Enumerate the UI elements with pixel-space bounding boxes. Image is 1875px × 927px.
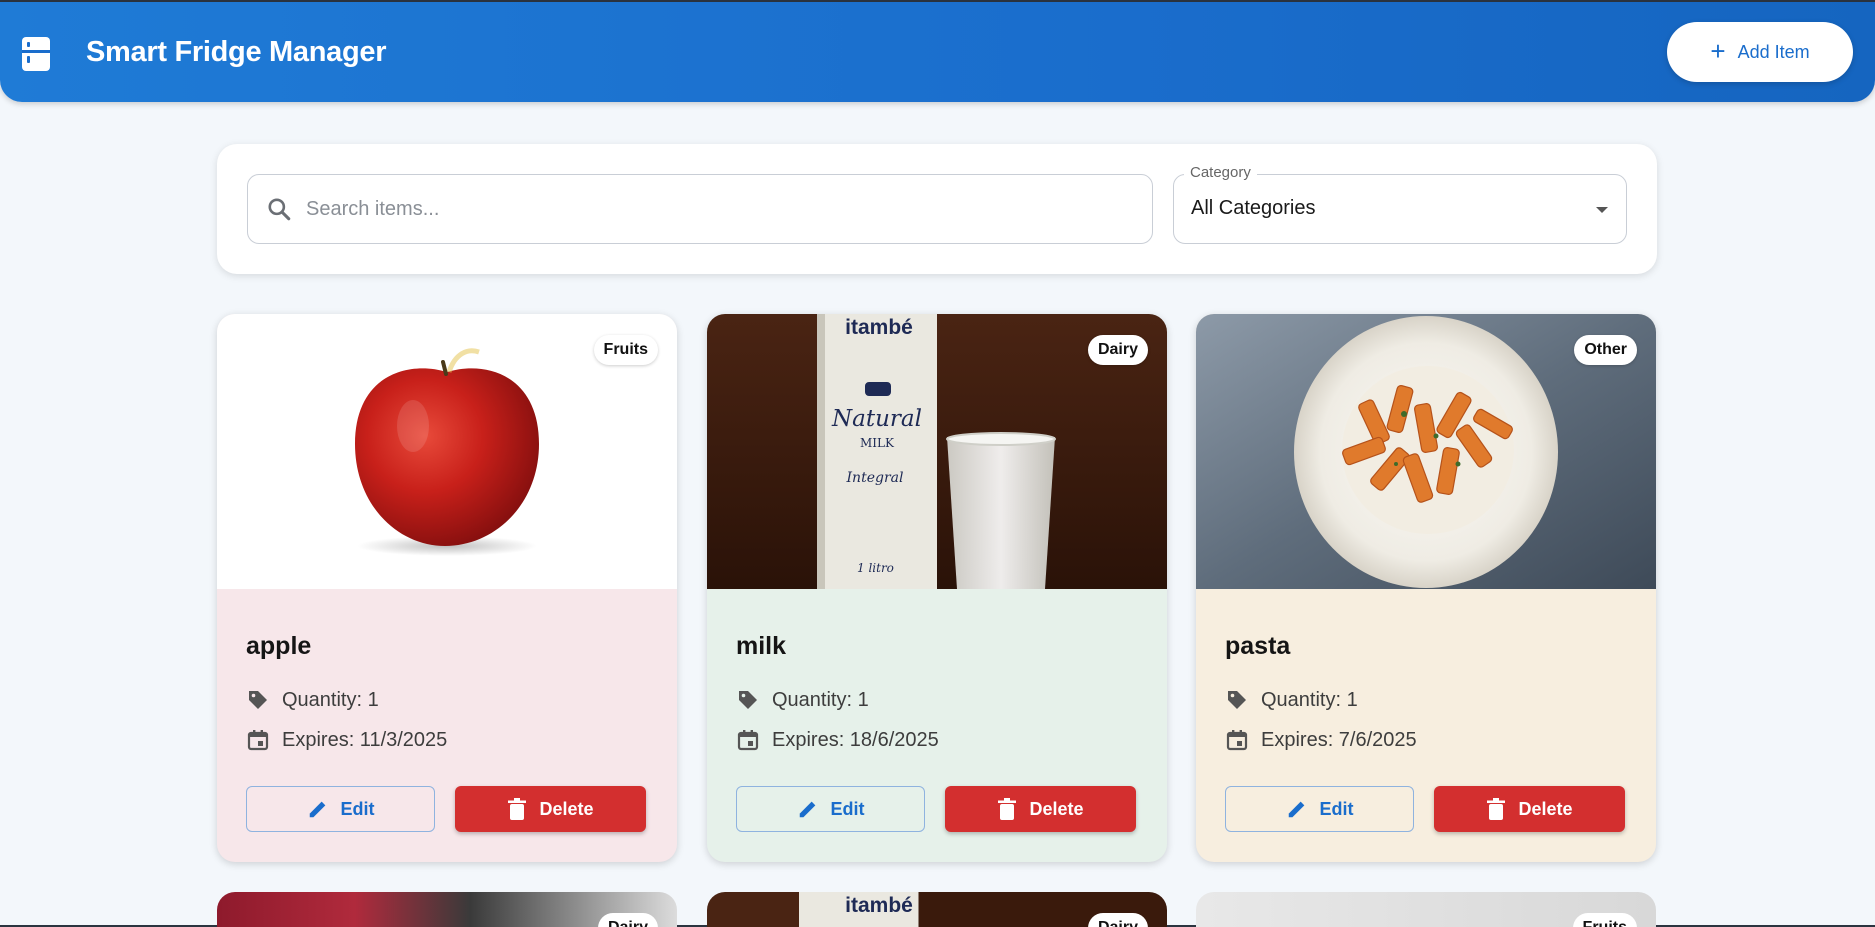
- add-item-button[interactable]: + Add Item: [1667, 22, 1853, 82]
- edit-label: Edit: [340, 798, 375, 819]
- quantity-row: Quantity: 1: [1225, 688, 1358, 712]
- calendar-icon: [1226, 730, 1248, 751]
- search-icon: [268, 198, 291, 221]
- item-card-milk: itambé Natural MILK Integral 1 litro Dai…: [707, 314, 1167, 862]
- quantity-text: Quantity: 1: [282, 688, 379, 711]
- quantity-row: Quantity: 1: [246, 688, 379, 712]
- edit-label: Edit: [1319, 798, 1354, 819]
- expiry-text: Expires: 11/3/2025: [282, 728, 448, 751]
- milk-brand-text: itambé: [845, 316, 913, 339]
- delete-button[interactable]: Delete: [1434, 786, 1625, 832]
- edit-button[interactable]: Edit: [246, 786, 435, 832]
- category-label: Category: [1184, 164, 1257, 181]
- milk-volume-text: 1 litro: [857, 561, 894, 575]
- delete-button[interactable]: Delete: [945, 786, 1136, 832]
- milk-integral-text: Integral: [846, 470, 904, 486]
- category-select[interactable]: Category All Categories: [1173, 164, 1627, 244]
- tag-icon: [1228, 691, 1246, 709]
- app-header: Smart Fridge Manager + Add Item: [0, 2, 1875, 102]
- expiry-row: Expires: 11/3/2025: [246, 728, 447, 752]
- edit-label: Edit: [830, 798, 865, 819]
- calendar-icon: [737, 730, 759, 751]
- category-badge: Dairy: [1087, 913, 1148, 927]
- item-card-pasta: Other pasta Quantity: 1 Expires: 7/6/202…: [1196, 314, 1656, 862]
- milk-brand-text: itambé: [845, 894, 913, 917]
- search-field[interactable]: [247, 174, 1153, 244]
- milk-milk-text: MILK: [860, 436, 895, 450]
- edit-button[interactable]: Edit: [1225, 786, 1414, 832]
- tag-icon: [739, 691, 757, 709]
- quantity-row: Quantity: 1: [736, 688, 869, 712]
- pencil-icon: [799, 801, 815, 818]
- category-badge: Fruits: [593, 335, 658, 365]
- app-title: Smart Fridge Manager: [86, 36, 387, 68]
- item-name: pasta: [1225, 632, 1291, 660]
- pencil-icon: [1288, 801, 1304, 818]
- expiry-text: Expires: 18/6/2025: [772, 728, 939, 751]
- trash-icon: [1487, 798, 1506, 820]
- add-item-label: Add Item: [1737, 41, 1810, 62]
- expiry-row: Expires: 18/6/2025: [736, 728, 939, 752]
- category-badge: Fruits: [1572, 913, 1637, 927]
- item-card-partial: Fruits: [1196, 892, 1656, 927]
- edit-button[interactable]: Edit: [736, 786, 925, 832]
- quantity-text: Quantity: 1: [1261, 688, 1358, 711]
- category-badge: Dairy: [597, 913, 658, 927]
- delete-button[interactable]: Delete: [455, 786, 646, 832]
- delete-label: Delete: [539, 798, 594, 819]
- filter-panel: Category All Categories: [217, 144, 1657, 274]
- category-badge: Other: [1574, 335, 1637, 365]
- trash-icon: [998, 798, 1017, 820]
- search-input[interactable]: [306, 175, 1152, 243]
- item-name: apple: [246, 632, 312, 660]
- expiry-text: Expires: 7/6/2025: [1261, 728, 1417, 751]
- quantity-text: Quantity: 1: [772, 688, 869, 711]
- expiry-row: Expires: 7/6/2025: [1225, 728, 1417, 752]
- delete-label: Delete: [1518, 798, 1573, 819]
- trash-icon: [508, 798, 527, 820]
- pencil-icon: [309, 801, 325, 818]
- category-value: All Categories: [1191, 197, 1316, 219]
- chevron-down-icon[interactable]: [1596, 207, 1608, 213]
- plus-icon: +: [1710, 36, 1726, 66]
- item-card-apple: Fruits apple Quantity: 1 Expires: 11/3/2…: [217, 314, 677, 862]
- delete-label: Delete: [1029, 798, 1084, 819]
- item-card-partial: Dairy: [217, 892, 677, 927]
- calendar-icon: [247, 730, 269, 751]
- item-name: milk: [736, 632, 787, 660]
- milk-natural-text: Natural: [831, 406, 922, 432]
- fridge-icon: [22, 37, 50, 71]
- tag-icon: [249, 691, 267, 709]
- category-badge: Dairy: [1087, 335, 1148, 365]
- item-card-partial: itambé Dairy: [707, 892, 1167, 927]
